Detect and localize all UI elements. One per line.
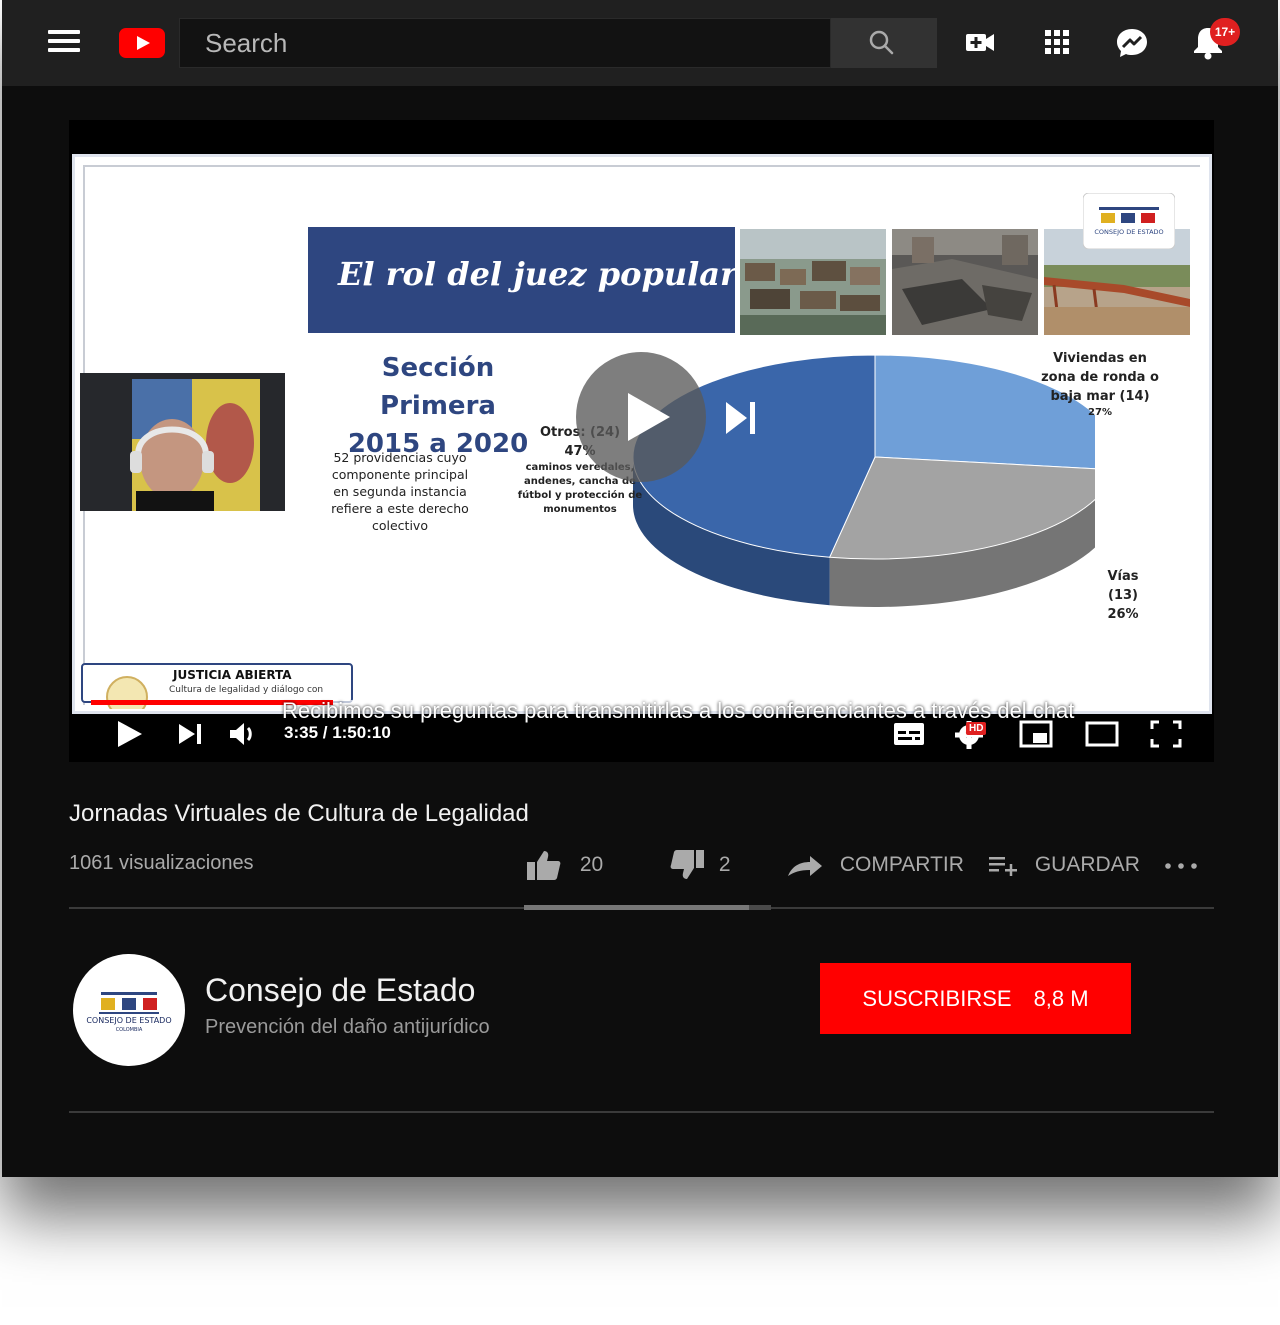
- svg-text:COLOMBIA: COLOMBIA: [116, 1027, 143, 1033]
- save-label: GUARDAR: [1034, 852, 1140, 876]
- app-window: 17+ El rol del juez popular: [2, 0, 1278, 1177]
- label-viviendas-line2: zona de ronda o: [1041, 370, 1159, 385]
- notification-badge: 17+: [1210, 18, 1240, 46]
- label-viviendas-pct: 27%: [1088, 407, 1112, 418]
- share-arrow-icon: [788, 856, 822, 876]
- label-vias-name: Vías: [1107, 569, 1139, 584]
- fullscreen-icon[interactable]: [1149, 718, 1183, 750]
- more-options-icon[interactable]: [1162, 858, 1202, 874]
- next-video-icon[interactable]: [173, 718, 207, 750]
- play-icon[interactable]: [113, 718, 147, 750]
- share-button[interactable]: COMPARTIR: [784, 848, 964, 882]
- apps-grid-icon[interactable]: [1037, 22, 1077, 62]
- consejo-logo-slide: CONSEJO DE ESTADO: [1083, 193, 1175, 249]
- menu-icon[interactable]: [48, 30, 80, 54]
- like-button[interactable]: 20: [524, 848, 603, 882]
- messages-icon[interactable]: [1112, 22, 1152, 62]
- label-viviendas-line3: baja mar (14): [1050, 389, 1150, 404]
- slide-title: El rol del juez popular: [338, 255, 737, 293]
- speaker-image: [80, 373, 285, 511]
- create-video-icon[interactable]: [960, 22, 1000, 62]
- subtitles-icon[interactable]: [892, 718, 926, 750]
- like-count: 20: [579, 852, 604, 876]
- theater-mode-icon[interactable]: [1085, 718, 1119, 750]
- miniplayer-icon[interactable]: [1019, 718, 1053, 750]
- large-play-button[interactable]: [576, 352, 706, 482]
- time-display: 3:35 / 1:50:10: [284, 723, 391, 742]
- subscribe-button[interactable]: SUSCRIBIRSE 8,8 M: [820, 963, 1131, 1034]
- slide-photo-stilt-houses: [740, 229, 886, 335]
- providencias-note: 52 providencias cuyo componente principa…: [331, 450, 469, 533]
- label-otros-detail4: monumentos: [543, 504, 617, 515]
- section-heading-line1: Sección Primera: [380, 353, 496, 421]
- view-count: 1061 visualizaciones: [69, 852, 254, 874]
- youtube-logo[interactable]: [119, 28, 165, 58]
- justicia-title: JUSTICIA ABIERTA: [173, 668, 292, 682]
- label-viviendas: Viviendas en zona de ronda o baja mar (1…: [1035, 349, 1165, 420]
- search-input[interactable]: [180, 19, 830, 67]
- label-vias-pct: 26%: [1107, 607, 1139, 622]
- channel-avatar[interactable]: CONSEJO DE ESTADO COLOMBIA: [73, 954, 185, 1066]
- search-icon: [869, 30, 894, 55]
- slide-title-banner: El rol del juez popular: [308, 227, 737, 333]
- justicia-subtitle: Cultura de legalidad y diálogo con: [169, 685, 324, 695]
- dislike-count: 2: [718, 852, 731, 876]
- thumbs-down-icon: [670, 850, 704, 879]
- svg-text:CONSEJO DE ESTADO: CONSEJO DE ESTADO: [1094, 228, 1163, 236]
- label-otros-detail3: fútbol y protección de: [517, 490, 643, 501]
- search-field[interactable]: [179, 18, 831, 68]
- consejo-logo-avatar: CONSEJO DE ESTADO COLOMBIA: [86, 992, 172, 1033]
- divider: [69, 1111, 1214, 1113]
- top-bar: 17+: [2, 0, 1278, 86]
- svg-text:CONSEJO DE ESTADO: CONSEJO DE ESTADO: [86, 1016, 171, 1025]
- share-label: COMPARTIR: [839, 852, 964, 876]
- thumbs-up-icon: [527, 851, 561, 880]
- overlay-next-icon[interactable]: [721, 398, 761, 438]
- search-button[interactable]: [831, 18, 937, 68]
- like-ratio-fill: [524, 905, 749, 910]
- label-viviendas-line1: Viviendas en: [1053, 351, 1147, 366]
- hd-badge: HD: [966, 722, 987, 735]
- channel-name[interactable]: Consejo de Estado: [205, 972, 475, 1009]
- label-vias: Vías (13) 26%: [1093, 567, 1153, 624]
- video-title: Jornadas Virtuales de Cultura de Legalid…: [69, 800, 529, 827]
- subscriber-count: 8,8 M: [1033, 985, 1089, 1011]
- volume-icon[interactable]: [226, 718, 260, 750]
- add-to-playlist-icon: [989, 857, 1017, 876]
- subscribe-label: SUSCRIBIRSE: [862, 985, 1012, 1011]
- video-player[interactable]: El rol del juez popular CONSEJO DE ESTAD…: [69, 120, 1214, 762]
- dislike-button[interactable]: 2: [667, 848, 731, 882]
- save-button[interactable]: GUARDAR: [987, 848, 1140, 882]
- justicia-abierta-banner: JUSTICIA ABIERTA Cultura de legalidad y …: [81, 663, 353, 709]
- label-vias-count: (13): [1108, 588, 1138, 603]
- channel-description: Prevención del daño antijurídico: [205, 1016, 490, 1038]
- slide-photo-damaged-road: [892, 229, 1038, 335]
- speaker-webcam: [80, 373, 285, 511]
- like-dislike-ratio-bar: [524, 905, 771, 910]
